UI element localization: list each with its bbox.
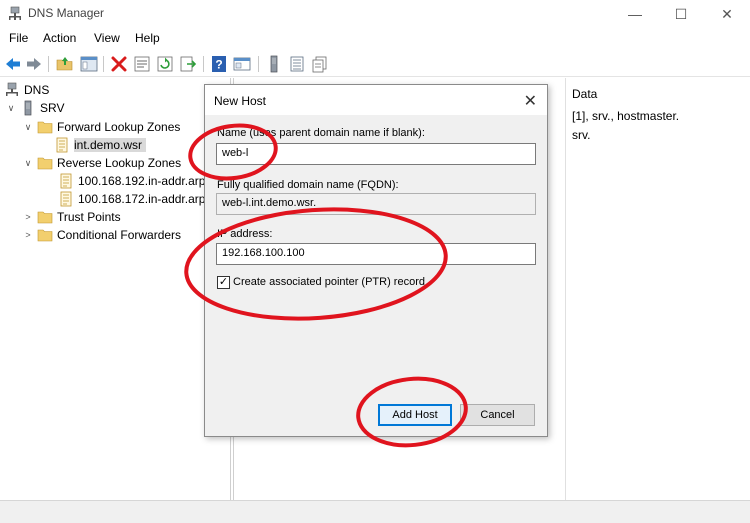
chevron-right-icon[interactable]: > (22, 208, 34, 226)
dns-manager-icon (9, 6, 21, 20)
maximize-button[interactable]: ☐ (658, 0, 704, 28)
folder-icon (37, 211, 53, 224)
menu-view[interactable]: View (94, 31, 120, 45)
tree-node-forward-lookup-zones[interactable]: ∨ Forward Lookup Zones (22, 118, 181, 136)
console-icon[interactable] (233, 55, 251, 73)
data-cell-soa: [1], srv., hostmaster. (572, 109, 680, 123)
tree-node-reverse-zone-172[interactable]: 100.168.172.in-addr.arpa (58, 190, 212, 208)
title-bar: DNS Manager — ☐ ✕ (0, 0, 750, 28)
menu-action[interactable]: Action (43, 31, 76, 45)
console-tree: DNS ∨ SRV ∨ Forward Lookup Zones int.dem… (0, 78, 231, 500)
data-cell-ns: srv. (572, 128, 591, 142)
fqdn-label: Fully qualified domain name (FQDN): (217, 179, 399, 191)
status-bar (0, 500, 750, 523)
export-icon[interactable] (179, 55, 197, 73)
new-host-dialog: New Host ✕ Name (uses parent domain name… (204, 84, 548, 437)
dialog-title: New Host (214, 94, 267, 108)
menu-file[interactable]: File (9, 31, 28, 45)
server-icon (24, 100, 32, 116)
name-label: Name (uses parent domain name if blank): (217, 127, 425, 139)
tree-label-srv: SRV (40, 101, 65, 115)
tree-node-reverse-lookup-zones[interactable]: ∨ Reverse Lookup Zones (22, 154, 181, 172)
close-button[interactable]: ✕ (704, 0, 750, 28)
menu-help[interactable]: Help (135, 31, 160, 45)
ip-address-label: IP address: (217, 228, 273, 240)
tree-label-reverse-zone-192: 100.168.192.in-addr.arpa (78, 174, 213, 188)
properties-icon[interactable] (133, 55, 151, 73)
tree-node-trust-points[interactable]: > Trust Points (22, 208, 121, 226)
toolbar: ? (0, 51, 750, 77)
server-icon[interactable] (265, 55, 283, 73)
minimize-button[interactable]: — (612, 0, 658, 28)
tree-node-srv[interactable]: ∨ SRV (5, 99, 64, 117)
tree-label-conditional-forwarders: Conditional Forwarders (57, 228, 182, 242)
chevron-right-icon[interactable]: > (22, 226, 34, 244)
data-column: Data [1], srv., hostmaster. srv. (566, 78, 750, 500)
window-title: DNS Manager (28, 6, 105, 20)
folder-open-icon (37, 157, 53, 170)
refresh-icon[interactable] (156, 55, 174, 73)
svg-text:?: ? (215, 58, 222, 72)
help-icon[interactable]: ? (210, 55, 228, 73)
cancel-button[interactable]: Cancel (460, 404, 535, 426)
tree-label-reverse-zone-172: 100.168.172.in-addr.arpa (78, 192, 213, 206)
checkmark-icon: ✓ (218, 276, 229, 288)
dns-icon (6, 82, 18, 96)
ip-address-input[interactable]: 192.168.100.100 (216, 243, 536, 265)
tree-label-forward-lookup-zones: Forward Lookup Zones (57, 120, 181, 134)
back-icon[interactable] (4, 55, 22, 73)
ptr-checkbox-label[interactable]: Create associated pointer (PTR) record (233, 276, 425, 288)
tree-label-int-demo-wsr: int.demo.wsr (74, 138, 147, 152)
chevron-down-icon[interactable]: ∨ (5, 99, 17, 117)
tree-label-trust-points: Trust Points (57, 210, 121, 224)
folder-open-icon (37, 121, 53, 134)
chevron-down-icon[interactable]: ∨ (22, 154, 34, 172)
dialog-close-button[interactable]: ✕ (524, 91, 537, 111)
record-icon[interactable] (311, 55, 329, 73)
show-hide-tree-icon[interactable] (80, 55, 98, 73)
zone-icon (56, 137, 68, 153)
zone-icon (60, 173, 72, 189)
folder-icon (37, 229, 53, 242)
tree-node-reverse-zone-192[interactable]: 100.168.192.in-addr.arpa (58, 172, 212, 190)
up-folder-icon[interactable] (56, 55, 74, 73)
dialog-title-bar: New Host ✕ (205, 85, 547, 115)
tree-node-conditional-forwarders[interactable]: > Conditional Forwarders (22, 226, 181, 244)
add-host-button[interactable]: Add Host (378, 404, 452, 426)
tree-label-reverse-lookup-zones: Reverse Lookup Zones (57, 156, 182, 170)
chevron-down-icon[interactable]: ∨ (22, 118, 34, 136)
fqdn-field: web-l.int.demo.wsr. (216, 193, 536, 215)
column-header-data[interactable]: Data (572, 87, 597, 101)
menu-bar: File Action View Help (0, 29, 750, 49)
tree-node-dns[interactable]: DNS (4, 81, 49, 99)
zone-icon (60, 191, 72, 207)
ptr-checkbox[interactable]: ✓ (217, 276, 230, 289)
tree-label-dns: DNS (24, 83, 50, 97)
forward-icon[interactable] (25, 55, 43, 73)
zone-icon[interactable] (288, 55, 306, 73)
delete-icon[interactable] (110, 55, 128, 73)
name-input[interactable]: web-l (216, 143, 536, 165)
tree-node-int-demo-wsr[interactable]: int.demo.wsr (54, 136, 147, 154)
